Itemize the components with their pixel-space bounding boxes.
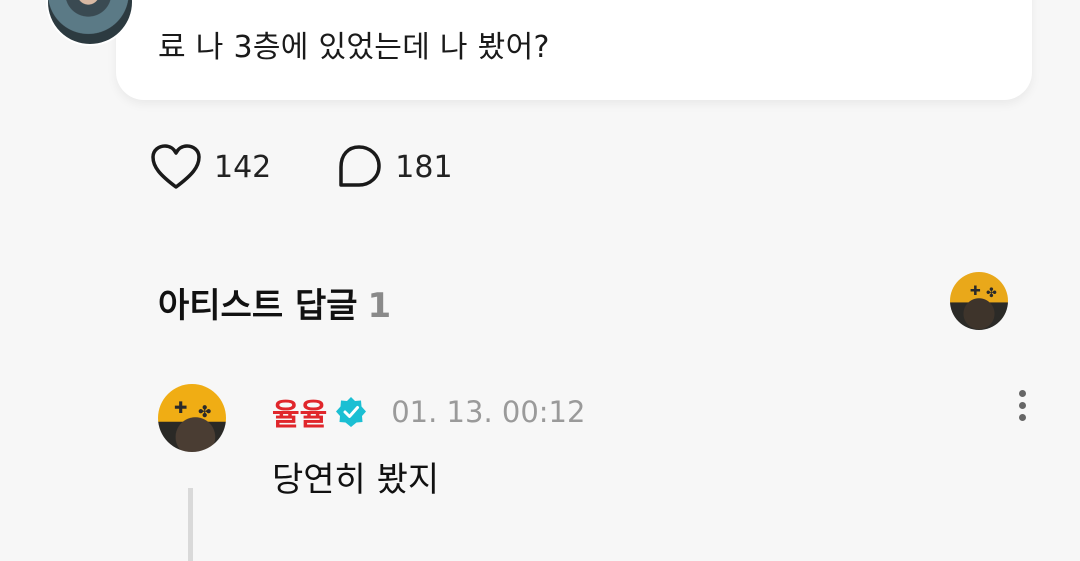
artist-replies-title: 아티스트 답글 1	[158, 278, 391, 327]
reply-header: 율율 01. 13. 00:12	[272, 390, 585, 434]
like-count: 142	[214, 149, 272, 185]
comment-icon	[339, 145, 382, 187]
thread-line	[188, 488, 193, 561]
more-options-icon[interactable]	[1012, 390, 1032, 426]
post-actions: 142 181	[150, 142, 453, 192]
like-button[interactable]: 142	[150, 143, 271, 191]
artist-avatar-small[interactable]: ✚ ✤	[950, 272, 1008, 330]
reply-timestamp: 01. 13. 00:12	[391, 395, 586, 429]
heart-icon	[151, 144, 201, 189]
fan-post-detail: 료 나 3층에 있었는데 나 봤어? 142 181 아티스트 답글 1 ✚ ✤ …	[0, 0, 1080, 561]
comment-button[interactable]: 181	[335, 143, 453, 191]
reply-text: 당연히 봤지	[272, 460, 440, 500]
post-text: 료 나 3층에 있었는데 나 봤어?	[158, 30, 550, 65]
reply-author-avatar[interactable]: ✚ ✤	[158, 384, 226, 452]
reply-author-name[interactable]: 율율	[272, 390, 327, 434]
artist-replies-label: 아티스트 답글	[158, 286, 358, 326]
comment-count: 181	[395, 149, 453, 185]
artist-replies-count: 1	[367, 286, 392, 326]
verified-badge-icon	[336, 397, 367, 427]
